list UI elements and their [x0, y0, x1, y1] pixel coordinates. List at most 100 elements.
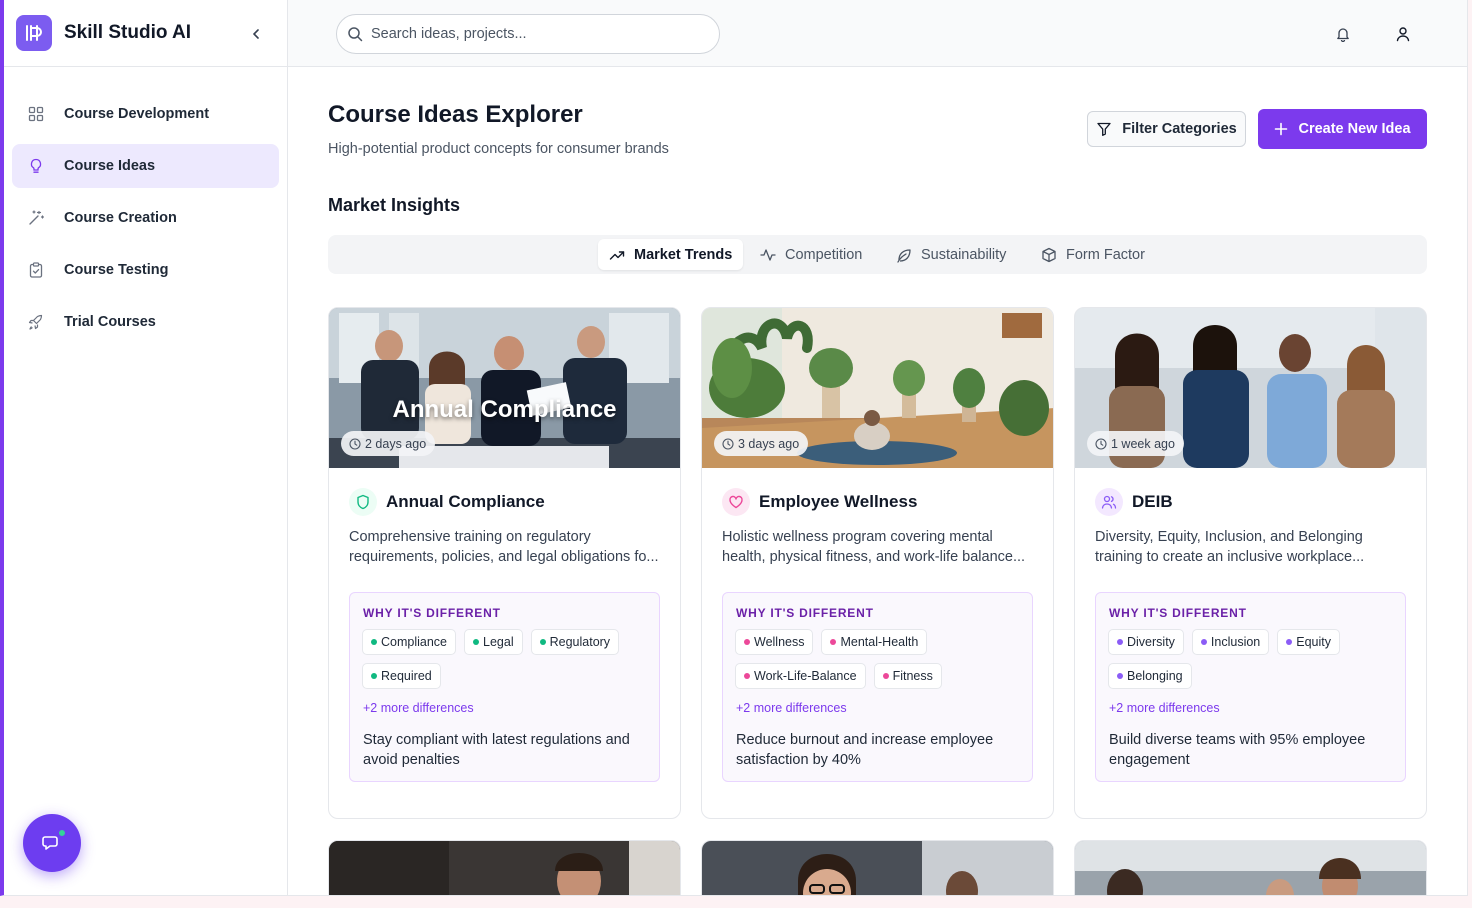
insight-tabs: Market Trends Competition Sustainability…	[328, 235, 1427, 274]
card-title: Employee Wellness	[759, 492, 918, 511]
create-label: Create New Idea	[1298, 121, 1411, 137]
time-label: 1 week ago	[1111, 436, 1175, 451]
card-image-photo	[702, 841, 1053, 895]
tag-list: Wellness Mental-Health Work-Life-Balance…	[735, 629, 1025, 697]
grid-icon	[28, 106, 44, 122]
card-title: DEIB	[1132, 492, 1173, 511]
tag: Equity	[1277, 629, 1341, 655]
card-benefit: Stay compliant with latest regulations a…	[363, 732, 630, 768]
idea-card-partial[interactable]	[1074, 840, 1427, 895]
chevron-left-icon	[253, 29, 259, 39]
card-overlay-title: Annual Compliance	[392, 396, 617, 423]
why-different-title: WHY IT'S DIFFERENT	[363, 606, 501, 620]
logo-icon	[16, 15, 52, 51]
search-input[interactable]	[371, 26, 701, 42]
card-image: Annual Compliance 2 days ago	[329, 308, 680, 468]
user-profile-button[interactable]	[1393, 24, 1413, 44]
search-box[interactable]	[336, 14, 720, 54]
card-image: 1 week ago	[1075, 308, 1426, 468]
activity-icon	[760, 248, 776, 261]
tab-competition[interactable]: Competition	[749, 239, 873, 270]
section-title: Market Insights	[328, 195, 461, 215]
tab-label: Form Factor	[1066, 246, 1145, 263]
app-window: Skill Studio AI Course Development Cours…	[0, 0, 1468, 896]
clock-icon	[1095, 437, 1107, 450]
sidebar: Skill Studio AI Course Development Cours…	[4, 0, 288, 895]
tag: Belonging	[1108, 663, 1192, 689]
time-badge: 3 days ago	[714, 431, 809, 456]
heart-icon	[722, 488, 750, 516]
tag: Compliance	[362, 629, 457, 655]
users-icon	[1095, 488, 1123, 516]
page-title: Course Ideas Explorer	[328, 101, 583, 128]
tag: Inclusion	[1191, 629, 1270, 655]
tag: Required	[362, 663, 441, 689]
tab-label: Competition	[785, 246, 863, 263]
tab-market-trends[interactable]: Market Trends	[598, 239, 744, 270]
idea-card-partial[interactable]	[701, 840, 1054, 895]
tab-label: Sustainability	[921, 246, 1007, 263]
bell-icon	[1337, 28, 1349, 42]
tag-list: Compliance Legal Regulatory Required	[362, 629, 652, 697]
card-image-photo	[329, 841, 680, 895]
collapse-sidebar-button[interactable]	[246, 24, 266, 44]
card-header: Annual Compliance	[349, 488, 545, 516]
tag-list: Diversity Inclusion Equity Belonging	[1108, 629, 1398, 697]
idea-card-partial[interactable]	[328, 840, 681, 895]
clock-icon	[722, 437, 734, 450]
card-description: Holistic wellness program covering menta…	[722, 529, 1026, 565]
tag: Work-Life-Balance	[735, 663, 866, 689]
card-header: DEIB	[1095, 488, 1173, 516]
sidebar-item-label: Trial Courses	[64, 314, 156, 330]
app-name: Skill Studio AI	[64, 22, 192, 43]
sidebar-item-course-development[interactable]: Course Development	[12, 92, 279, 136]
sidebar-item-course-creation[interactable]: Course Creation	[12, 196, 279, 240]
time-badge: 2 days ago	[341, 431, 436, 456]
user-icon	[1396, 27, 1410, 42]
time-label: 3 days ago	[738, 436, 800, 451]
sidebar-item-label: Course Ideas	[64, 158, 156, 174]
filter-categories-button[interactable]: Filter Categories	[1087, 111, 1246, 147]
idea-card-annual-compliance[interactable]: Annual Compliance 2 days ago Annual Comp…	[328, 307, 681, 819]
card-description: Diversity, Equity, Inclusion, and Belong…	[1095, 529, 1365, 565]
card-header: Employee Wellness	[722, 488, 917, 516]
sidebar-item-course-testing[interactable]: Course Testing	[12, 248, 279, 292]
box-icon	[1042, 247, 1056, 262]
sidebar-item-label: Course Development	[64, 106, 210, 122]
sidebar-item-course-ideas[interactable]: Course Ideas	[12, 144, 279, 188]
filter-label: Filter Categories	[1122, 121, 1237, 137]
card-benefit: Build diverse teams with 95% employee en…	[1109, 732, 1366, 768]
main-content: Course Ideas Explorer High-potential pro…	[288, 67, 1467, 895]
time-badge: 1 week ago	[1087, 431, 1184, 456]
search-icon	[348, 27, 363, 42]
more-differences-link[interactable]: +2 more differences	[736, 701, 847, 715]
why-different-panel: WHY IT'S DIFFERENT Wellness Mental-Healt…	[722, 592, 1033, 782]
trending-up-icon	[609, 250, 625, 260]
sidebar-item-label: Course Creation	[64, 210, 177, 226]
leaf-icon	[897, 248, 911, 263]
tag: Diversity	[1108, 629, 1184, 655]
more-differences-link[interactable]: +2 more differences	[1109, 701, 1220, 715]
why-different-title: WHY IT'S DIFFERENT	[736, 606, 874, 620]
why-different-panel: WHY IT'S DIFFERENT Compliance Legal Regu…	[349, 592, 660, 782]
tab-form-factor[interactable]: Form Factor	[1030, 239, 1156, 270]
tab-sustainability[interactable]: Sustainability	[885, 239, 1017, 270]
sidebar-item-trial-courses[interactable]: Trial Courses	[12, 300, 279, 344]
shield-icon	[349, 488, 377, 516]
card-image-photo	[1075, 841, 1426, 895]
tag: Legal	[464, 629, 523, 655]
clock-icon	[349, 437, 361, 450]
notifications-button[interactable]	[1333, 24, 1353, 44]
tag: Fitness	[873, 663, 942, 689]
rocket-icon	[28, 314, 44, 330]
more-differences-link[interactable]: +2 more differences	[363, 701, 474, 715]
chat-assistant-button[interactable]	[23, 814, 81, 872]
sidebar-nav: Course Development Course Ideas Course C…	[4, 67, 287, 344]
idea-card-deib[interactable]: 1 week ago DEIB Diversity, Equity, Inclu…	[1074, 307, 1427, 819]
card-description: Comprehensive training on regulatory req…	[349, 529, 659, 565]
tab-label: Market Trends	[634, 246, 733, 263]
why-different-panel: WHY IT'S DIFFERENT Diversity Inclusion E…	[1095, 592, 1406, 782]
create-new-idea-button[interactable]: Create New Idea	[1258, 109, 1427, 149]
sidebar-item-label: Course Testing	[64, 262, 169, 278]
idea-card-employee-wellness[interactable]: 3 days ago Employee Wellness Holistic we…	[701, 307, 1054, 819]
